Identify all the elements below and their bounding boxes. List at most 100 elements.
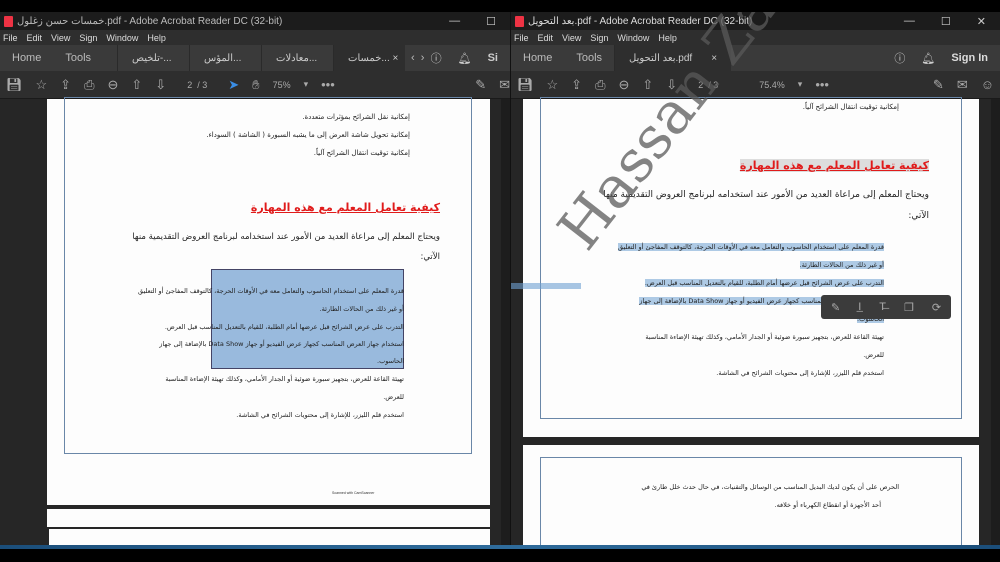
- zoom-dropdown-icon[interactable]: ▾: [304, 79, 309, 90]
- share-icon[interactable]: ⟳: [932, 301, 941, 314]
- upload-icon[interactable]: ⇪: [60, 77, 71, 93]
- print-icon[interactable]: ⎙: [595, 77, 605, 93]
- add-user-icon[interactable]: ☺: [981, 77, 1000, 92]
- maximize-icon[interactable]: ☐: [941, 15, 951, 28]
- menu-help[interactable]: Help: [658, 33, 677, 43]
- doc-tab-active[interactable]: خمسات... ×: [333, 45, 406, 71]
- selection-highlight: [511, 283, 581, 289]
- selection-rectangle[interactable]: [211, 269, 404, 369]
- sign-in-button[interactable]: Sign In: [951, 52, 988, 64]
- menu-view[interactable]: View: [51, 33, 70, 43]
- scrollbar[interactable]: [991, 99, 1000, 545]
- fill-sign-icon[interactable]: ✎: [475, 77, 486, 93]
- menu-file[interactable]: File: [514, 33, 529, 43]
- tab-label: خمسات...: [348, 52, 390, 64]
- close-window-icon[interactable]: ✕: [977, 15, 986, 28]
- more-icon[interactable]: •••: [815, 77, 829, 92]
- list-item: قدرة المعلم على استخدام الحاسوب والتعامل…: [618, 243, 884, 251]
- help-icon[interactable]: ⓘ: [894, 50, 905, 66]
- maximize-icon[interactable]: ☐: [486, 15, 496, 28]
- section-heading: كيفية تعامل المعلم مع هذه المهارة: [739, 159, 929, 172]
- save-icon[interactable]: 💾︎: [517, 77, 534, 93]
- more-icon[interactable]: •••: [321, 77, 335, 92]
- menu-view[interactable]: View: [562, 33, 581, 43]
- select-cursor-icon[interactable]: ➤: [228, 77, 239, 93]
- page-up-icon[interactable]: ⇧: [131, 77, 142, 93]
- list-item: التدرب على عرض الشرائح قبل عرضها أمام ال…: [644, 279, 884, 287]
- bell-icon[interactable]: 🔔︎: [921, 52, 935, 65]
- text-selection-popup: ✎ I̲ T̶ ❐ ⟳: [821, 295, 952, 319]
- list-item: استخدم قلم الليزر، للإشارة إلى محتويات ا…: [236, 411, 404, 419]
- tools-tab[interactable]: Tools: [564, 52, 614, 64]
- zoom-out-icon[interactable]: ⊖: [618, 77, 629, 93]
- tab-scroll-right-icon[interactable]: ›: [421, 52, 425, 64]
- menu-help[interactable]: Help: [147, 33, 166, 43]
- pdf-page: الحرص على أن يكون لديك البديل المناسب من…: [523, 445, 979, 545]
- highlight-icon[interactable]: ✎: [831, 301, 840, 314]
- home-tab[interactable]: Home: [511, 52, 564, 64]
- mail-icon[interactable]: ✉: [499, 77, 510, 93]
- list-item: أو غير ذلك من الحالات الطارئة.: [799, 261, 884, 269]
- intro-text: الآتي:: [908, 211, 929, 221]
- list-item: الحرص على أن يكون لديك البديل المناسب من…: [641, 483, 899, 491]
- doc-tab[interactable]: تلخيص-...: [117, 45, 189, 71]
- tab-bar: Home Tools تلخيص-... المؤس... معادلات... …: [0, 45, 510, 71]
- fill-sign-icon[interactable]: ✎: [933, 77, 944, 93]
- document-view[interactable]: إمكانية نقل الشرائح بمؤثرات متعددة. إمكا…: [0, 97, 510, 545]
- menu-sign[interactable]: Sign: [79, 33, 97, 43]
- window-title: خمسات حسن زغلول.pdf - Adobe Acrobat Read…: [17, 15, 283, 27]
- tools-tab[interactable]: Tools: [53, 52, 103, 64]
- underline-text-icon[interactable]: I̲: [858, 301, 861, 313]
- close-tab-icon[interactable]: ×: [393, 53, 399, 64]
- menu-edit[interactable]: Edit: [538, 33, 554, 43]
- page-down-icon[interactable]: ⇩: [155, 77, 166, 93]
- pdf-icon: [4, 15, 13, 27]
- list-item: قدرة المعلم على استخدام الحاسوب والتعامل…: [138, 287, 404, 295]
- copy-icon[interactable]: ❐: [904, 301, 914, 314]
- section-heading: كيفية تعامل المعلم مع هذه المهارة: [250, 201, 440, 214]
- right-acrobat-window: بعد التحويل.pdf - Adobe Acrobat Reader D…: [510, 12, 1000, 545]
- list-item: أو غير ذلك من الحالات الطارئة.: [319, 305, 404, 313]
- star-icon[interactable]: ☆: [36, 77, 48, 93]
- doc-tab[interactable]: معادلات...: [261, 45, 333, 71]
- menu-window[interactable]: Window: [106, 33, 138, 43]
- scanner-footer: Scanned with CamScanner: [332, 491, 375, 495]
- minimize-icon[interactable]: —: [449, 15, 460, 28]
- star-icon[interactable]: ☆: [547, 77, 559, 93]
- mail-icon[interactable]: ✉: [957, 77, 968, 93]
- sign-in-button[interactable]: Si: [488, 52, 498, 64]
- page-border: [540, 457, 962, 545]
- tab-scroll-left-icon[interactable]: ‹: [405, 52, 421, 64]
- page-number-input[interactable]: 2: [187, 80, 192, 90]
- menu-file[interactable]: File: [3, 33, 18, 43]
- scrollbar[interactable]: [501, 99, 510, 545]
- print-icon[interactable]: ⎙: [84, 77, 94, 93]
- minimize-icon[interactable]: —: [904, 15, 915, 28]
- bullet-text: إمكانية تحويل شاشة العرض إلى ما يشبه الس…: [206, 131, 410, 139]
- hand-tool-icon[interactable]: ✋︎: [252, 77, 259, 93]
- strikethrough-text-icon[interactable]: T̶: [879, 301, 886, 313]
- menu-edit[interactable]: Edit: [27, 33, 43, 43]
- menu-window[interactable]: Window: [617, 33, 649, 43]
- home-tab[interactable]: Home: [0, 52, 53, 64]
- list-item: للعرض.: [863, 351, 884, 359]
- menu-sign[interactable]: Sign: [590, 33, 608, 43]
- toolbar: 💾︎ ☆ ⇪ ⎙ ⊖ ⇧ ⇩ 2 / 3 75.4% ▾ ••• ✎ ✉ ☺: [511, 71, 1000, 99]
- pdf-page: [47, 509, 490, 527]
- bullet-text: إمكانية توقيت انتقال الشرائح آلياً.: [313, 149, 410, 157]
- taskbar: [0, 545, 1000, 549]
- bell-icon[interactable]: 🔔︎: [458, 52, 472, 65]
- upload-icon[interactable]: ⇪: [571, 77, 582, 93]
- title-bar: خمسات حسن زغلول.pdf - Adobe Acrobat Read…: [0, 12, 510, 30]
- doc-tab[interactable]: المؤس...: [189, 45, 261, 71]
- zoom-select[interactable]: 75%: [273, 80, 291, 90]
- document-view[interactable]: إمكانية توقيت انتقال الشرائح آلياً. كيفي…: [511, 12, 1000, 545]
- menu-bar: File Edit View Sign Window Help: [0, 30, 510, 45]
- zoom-dropdown-icon[interactable]: ▾: [798, 79, 803, 90]
- list-item: استخدم قلم الليزر، للإشارة إلى محتويات ا…: [716, 369, 884, 377]
- zoom-out-icon[interactable]: ⊖: [107, 77, 118, 93]
- zoom-select[interactable]: 75.4%: [759, 80, 785, 90]
- pdf-page: [49, 529, 490, 545]
- save-icon[interactable]: 💾︎: [6, 77, 23, 93]
- help-icon[interactable]: ⓘ: [431, 50, 442, 66]
